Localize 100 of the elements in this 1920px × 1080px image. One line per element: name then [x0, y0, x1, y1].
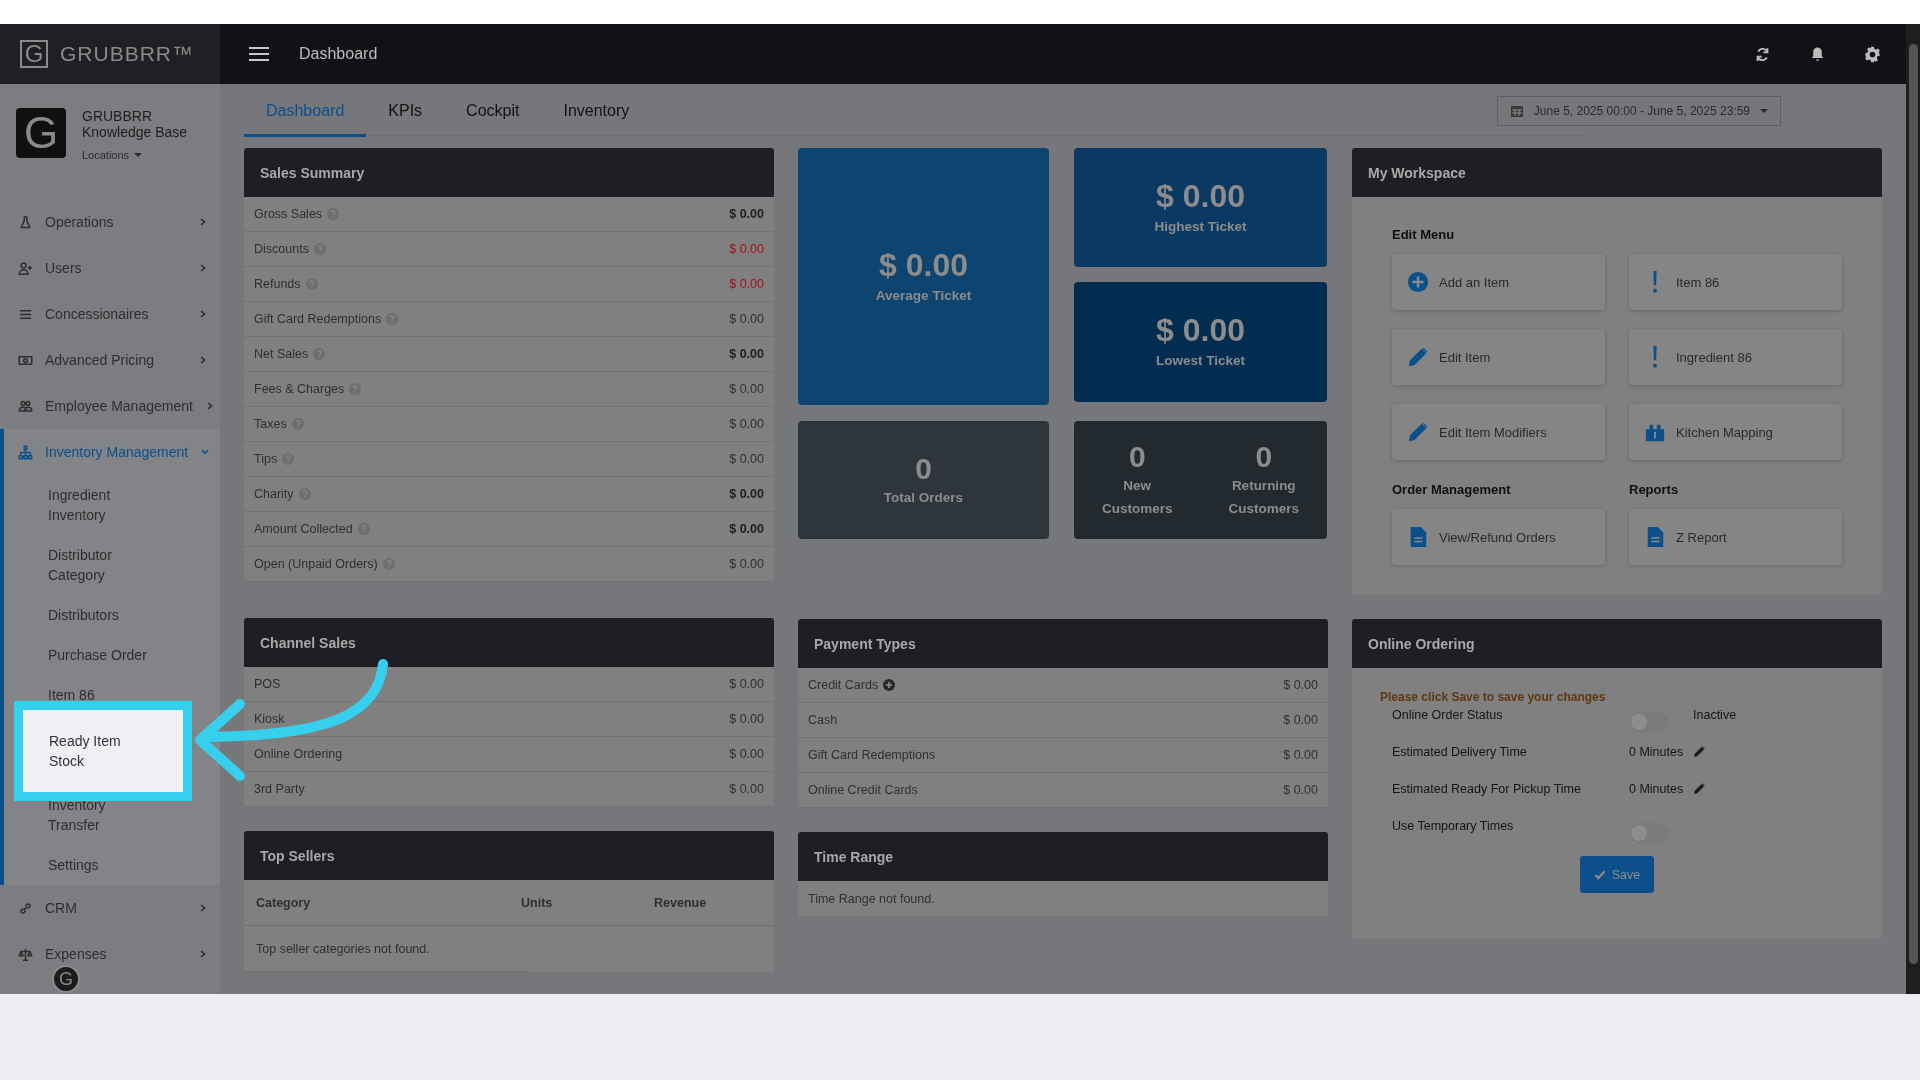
amount-value: $ 0.00 [729, 207, 764, 221]
amount-value: $ 0.00 [729, 312, 764, 326]
metric-value: $ 0.00 [1156, 312, 1245, 349]
submenu-item[interactable]: Distributors [4, 595, 220, 635]
row-label: Discounts [254, 242, 309, 256]
submenu-item[interactable]: Distributor Category [4, 535, 220, 595]
settings-icon[interactable] [1864, 45, 1881, 63]
submenu-item[interactable]: Ingredient Inventory [4, 475, 220, 535]
column-header: Revenue [654, 895, 707, 910]
amount-value: $ 0.00 [1283, 713, 1318, 727]
save-button[interactable]: Save [1579, 856, 1655, 893]
date-range-picker[interactable]: June 5, 2025 00:00 - June 5, 2025 23:59 [1496, 96, 1781, 126]
sidebar-item[interactable]: Operations [0, 199, 220, 245]
shortcut-button[interactable]: View/Refund Orders [1392, 509, 1605, 565]
submenu-item[interactable]: Purchase Order [4, 635, 220, 675]
pencil-icon [1407, 346, 1429, 368]
notice-text: Please click Save to save your changes [1380, 690, 1607, 704]
submenu-item[interactable]: Settings [4, 845, 220, 885]
locations-dropdown[interactable]: Locations [82, 149, 143, 161]
sidebar-item[interactable]: Employee Management [0, 383, 220, 429]
help-icon[interactable] [357, 523, 370, 535]
help-icon[interactable] [298, 488, 311, 500]
panel-title: My Workspace [1352, 148, 1882, 197]
shortcut-button[interactable]: Edit Item [1392, 329, 1605, 385]
amount-value: $ 0.00 [729, 712, 764, 726]
panel-title: Time Range [798, 832, 1328, 881]
menu-item-icon [18, 214, 33, 230]
sidebar-item[interactable]: Users [0, 245, 220, 291]
help-icon[interactable] [382, 558, 395, 570]
logo-mark: G [20, 40, 48, 68]
amount-value: $ 0.00 [729, 557, 764, 571]
pencil-icon[interactable] [1693, 782, 1707, 795]
account-name: GRUBBRR Knowledge Base [82, 108, 188, 140]
row-label: Online Credit Cards [808, 783, 918, 797]
amount-value: $ 0.00 [729, 242, 764, 256]
row-label: Refunds [254, 277, 301, 291]
shortcut-button[interactable]: Kitchen Mapping [1629, 404, 1842, 460]
menu-icon[interactable] [249, 47, 269, 61]
sidebar-item[interactable]: Advanced Pricing [0, 337, 220, 383]
menu-item-icon [18, 260, 33, 276]
panel-title: Online Ordering [1352, 619, 1882, 668]
row-label: Gift Card Redemptions [254, 312, 382, 326]
amount-value: $ 0.00 [729, 452, 764, 466]
shortcut-button[interactable]: Add an Item [1392, 254, 1605, 310]
menu-item-icon [18, 900, 33, 916]
shortcut-button[interactable]: Ingredient 86 [1629, 329, 1842, 385]
submenu-item[interactable]: Ready Item Stock [14, 701, 192, 801]
help-icon[interactable] [313, 243, 326, 255]
bell-icon[interactable] [1809, 45, 1826, 63]
help-icon[interactable] [349, 383, 362, 395]
panel-title: Channel Sales [244, 618, 774, 667]
row-label: Kiosk [254, 712, 285, 726]
section-heading: Order Management [1392, 482, 1512, 497]
status-text: Inactive [1693, 708, 1737, 722]
help-icon[interactable] [282, 453, 295, 465]
account-avatar: G [16, 108, 66, 158]
scrollbar[interactable] [1906, 24, 1920, 994]
tab[interactable]: Dashboard [244, 102, 367, 137]
exclamation-icon [1652, 346, 1658, 368]
tab[interactable]: Cockpit [444, 102, 542, 137]
shortcut-button[interactable]: Z Report [1629, 509, 1842, 565]
tab[interactable]: KPIs [366, 102, 445, 137]
sidebar-item[interactable]: Inventory Management [4, 429, 220, 475]
sidebar-item[interactable]: Concessionaires [0, 291, 220, 337]
calendar-icon [1509, 104, 1524, 118]
tab[interactable]: Inventory [541, 102, 652, 137]
shortcut-button[interactable]: Item 86 [1629, 254, 1842, 310]
row-label: POS [254, 677, 281, 691]
shortcut-button[interactable]: Edit Item Modifiers [1392, 404, 1605, 460]
metric-label: Returning Customers [1228, 477, 1299, 518]
amount-value: $ 0.00 [729, 487, 764, 501]
chevron-icon [198, 903, 208, 913]
menu-item-icon [18, 946, 33, 962]
help-icon[interactable] [313, 348, 326, 360]
help-avatar[interactable]: G [52, 965, 80, 993]
column-header: Units [521, 895, 554, 910]
setting-label: Estimated Ready For Pickup Time [1392, 782, 1582, 796]
panel-title: Sales Summary [244, 148, 774, 197]
row-label: Charity [254, 487, 294, 501]
help-icon[interactable] [327, 208, 340, 220]
metric-label: New Customers [1102, 477, 1173, 518]
caret-icon [1760, 109, 1768, 113]
help-icon[interactable] [386, 313, 399, 325]
help-icon[interactable] [305, 278, 318, 290]
refresh-icon[interactable] [1754, 45, 1771, 63]
expand-plus-icon[interactable] [883, 679, 896, 691]
pencil-icon[interactable] [1693, 745, 1707, 758]
setting-value: 0 Minutes [1629, 782, 1684, 796]
amount-value: $ 0.00 [729, 677, 764, 691]
chevron-icon [198, 263, 208, 273]
logo-text: GRUBBRR™ [60, 42, 194, 66]
chevron-icon [198, 949, 208, 959]
help-icon[interactable] [291, 418, 304, 430]
amount-value: $ 0.00 [1283, 678, 1318, 692]
amount-value: $ 0.00 [1283, 748, 1318, 762]
sidebar-item[interactable]: CRM [0, 885, 220, 931]
amount-value: $ 0.00 [729, 747, 764, 761]
amount-value: $ 0.00 [729, 382, 764, 396]
chevron-icon [198, 217, 208, 227]
row-label: Gift Card Redemptions [808, 748, 936, 762]
